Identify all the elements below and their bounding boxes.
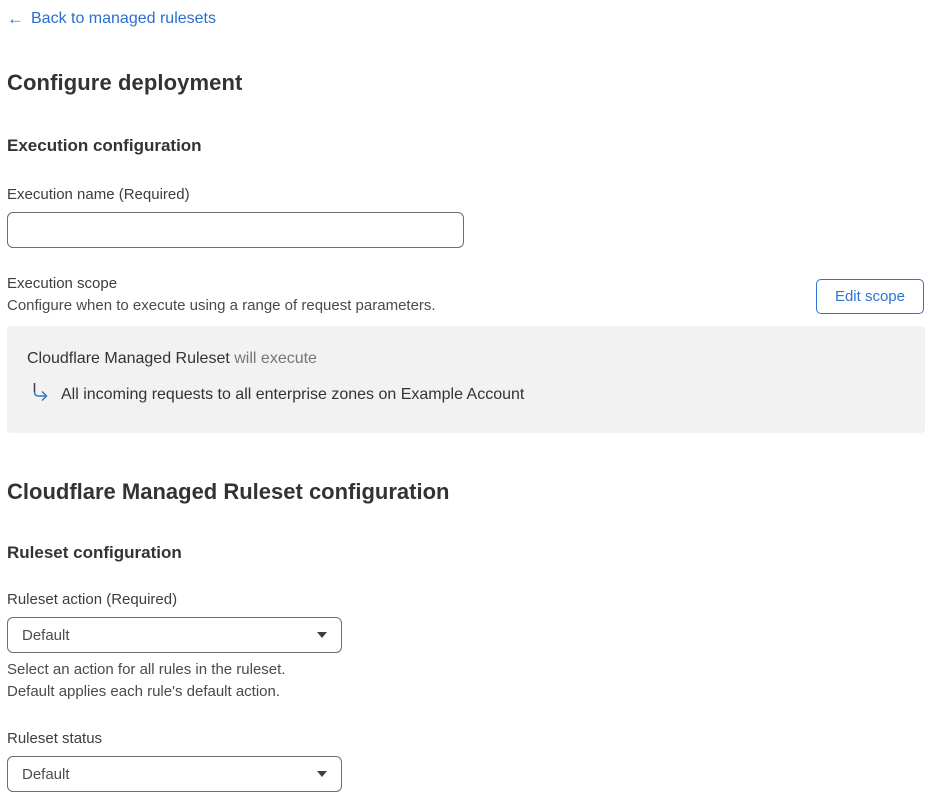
execution-scope-row: Execution scope Configure when to execut…	[7, 273, 924, 317]
caret-down-icon	[317, 632, 327, 638]
page-title: Configure deployment	[7, 70, 243, 95]
scope-summary-detail: All incoming requests to all enterprise …	[27, 382, 905, 411]
ruleset-action-select[interactable]: Default	[7, 617, 342, 653]
ruleset-configuration-subheading: Ruleset configuration	[7, 543, 182, 562]
ruleset-action-label: Ruleset action (Required)	[7, 591, 178, 608]
branch-down-right-arrow-icon	[30, 382, 50, 411]
scope-summary-headline: Cloudflare Managed Ruleset will execute	[27, 348, 905, 370]
ruleset-status-selected-value: Default	[22, 765, 70, 783]
edit-scope-button[interactable]: Edit scope	[815, 279, 924, 314]
ruleset-name-text: Cloudflare Managed Ruleset	[27, 350, 230, 367]
will-execute-text: will execute	[234, 350, 317, 367]
ruleset-action-help-line1: Select an action for all rules in the ru…	[7, 661, 286, 678]
back-to-managed-rulesets-link[interactable]: ← Back to managed rulesets	[7, 8, 216, 30]
execution-name-label: Execution name (Required)	[7, 186, 190, 203]
ruleset-status-label: Ruleset status	[7, 730, 103, 747]
execution-name-input[interactable]	[7, 212, 464, 248]
back-arrow-icon: ←	[7, 9, 24, 28]
caret-down-icon	[317, 771, 327, 777]
scope-summary-panel: Cloudflare Managed Ruleset will execute …	[7, 326, 925, 433]
scope-summary-text: All incoming requests to all enterprise …	[61, 386, 525, 403]
ruleset-action-help-line2: Default applies each rule's default acti…	[7, 683, 281, 700]
ruleset-status-select[interactable]: Default	[7, 756, 342, 792]
execution-scope-description: Configure when to execute using a range …	[7, 297, 436, 314]
configure-deployment-page: ← Back to managed rulesets Configure dep…	[0, 0, 931, 793]
execution-configuration-heading: Execution configuration	[7, 136, 202, 155]
ruleset-configuration-heading: Cloudflare Managed Ruleset configuration	[7, 479, 450, 504]
ruleset-action-selected-value: Default	[22, 626, 70, 644]
back-link-label: Back to managed rulesets	[31, 10, 216, 27]
execution-scope-label: Execution scope	[7, 275, 118, 292]
